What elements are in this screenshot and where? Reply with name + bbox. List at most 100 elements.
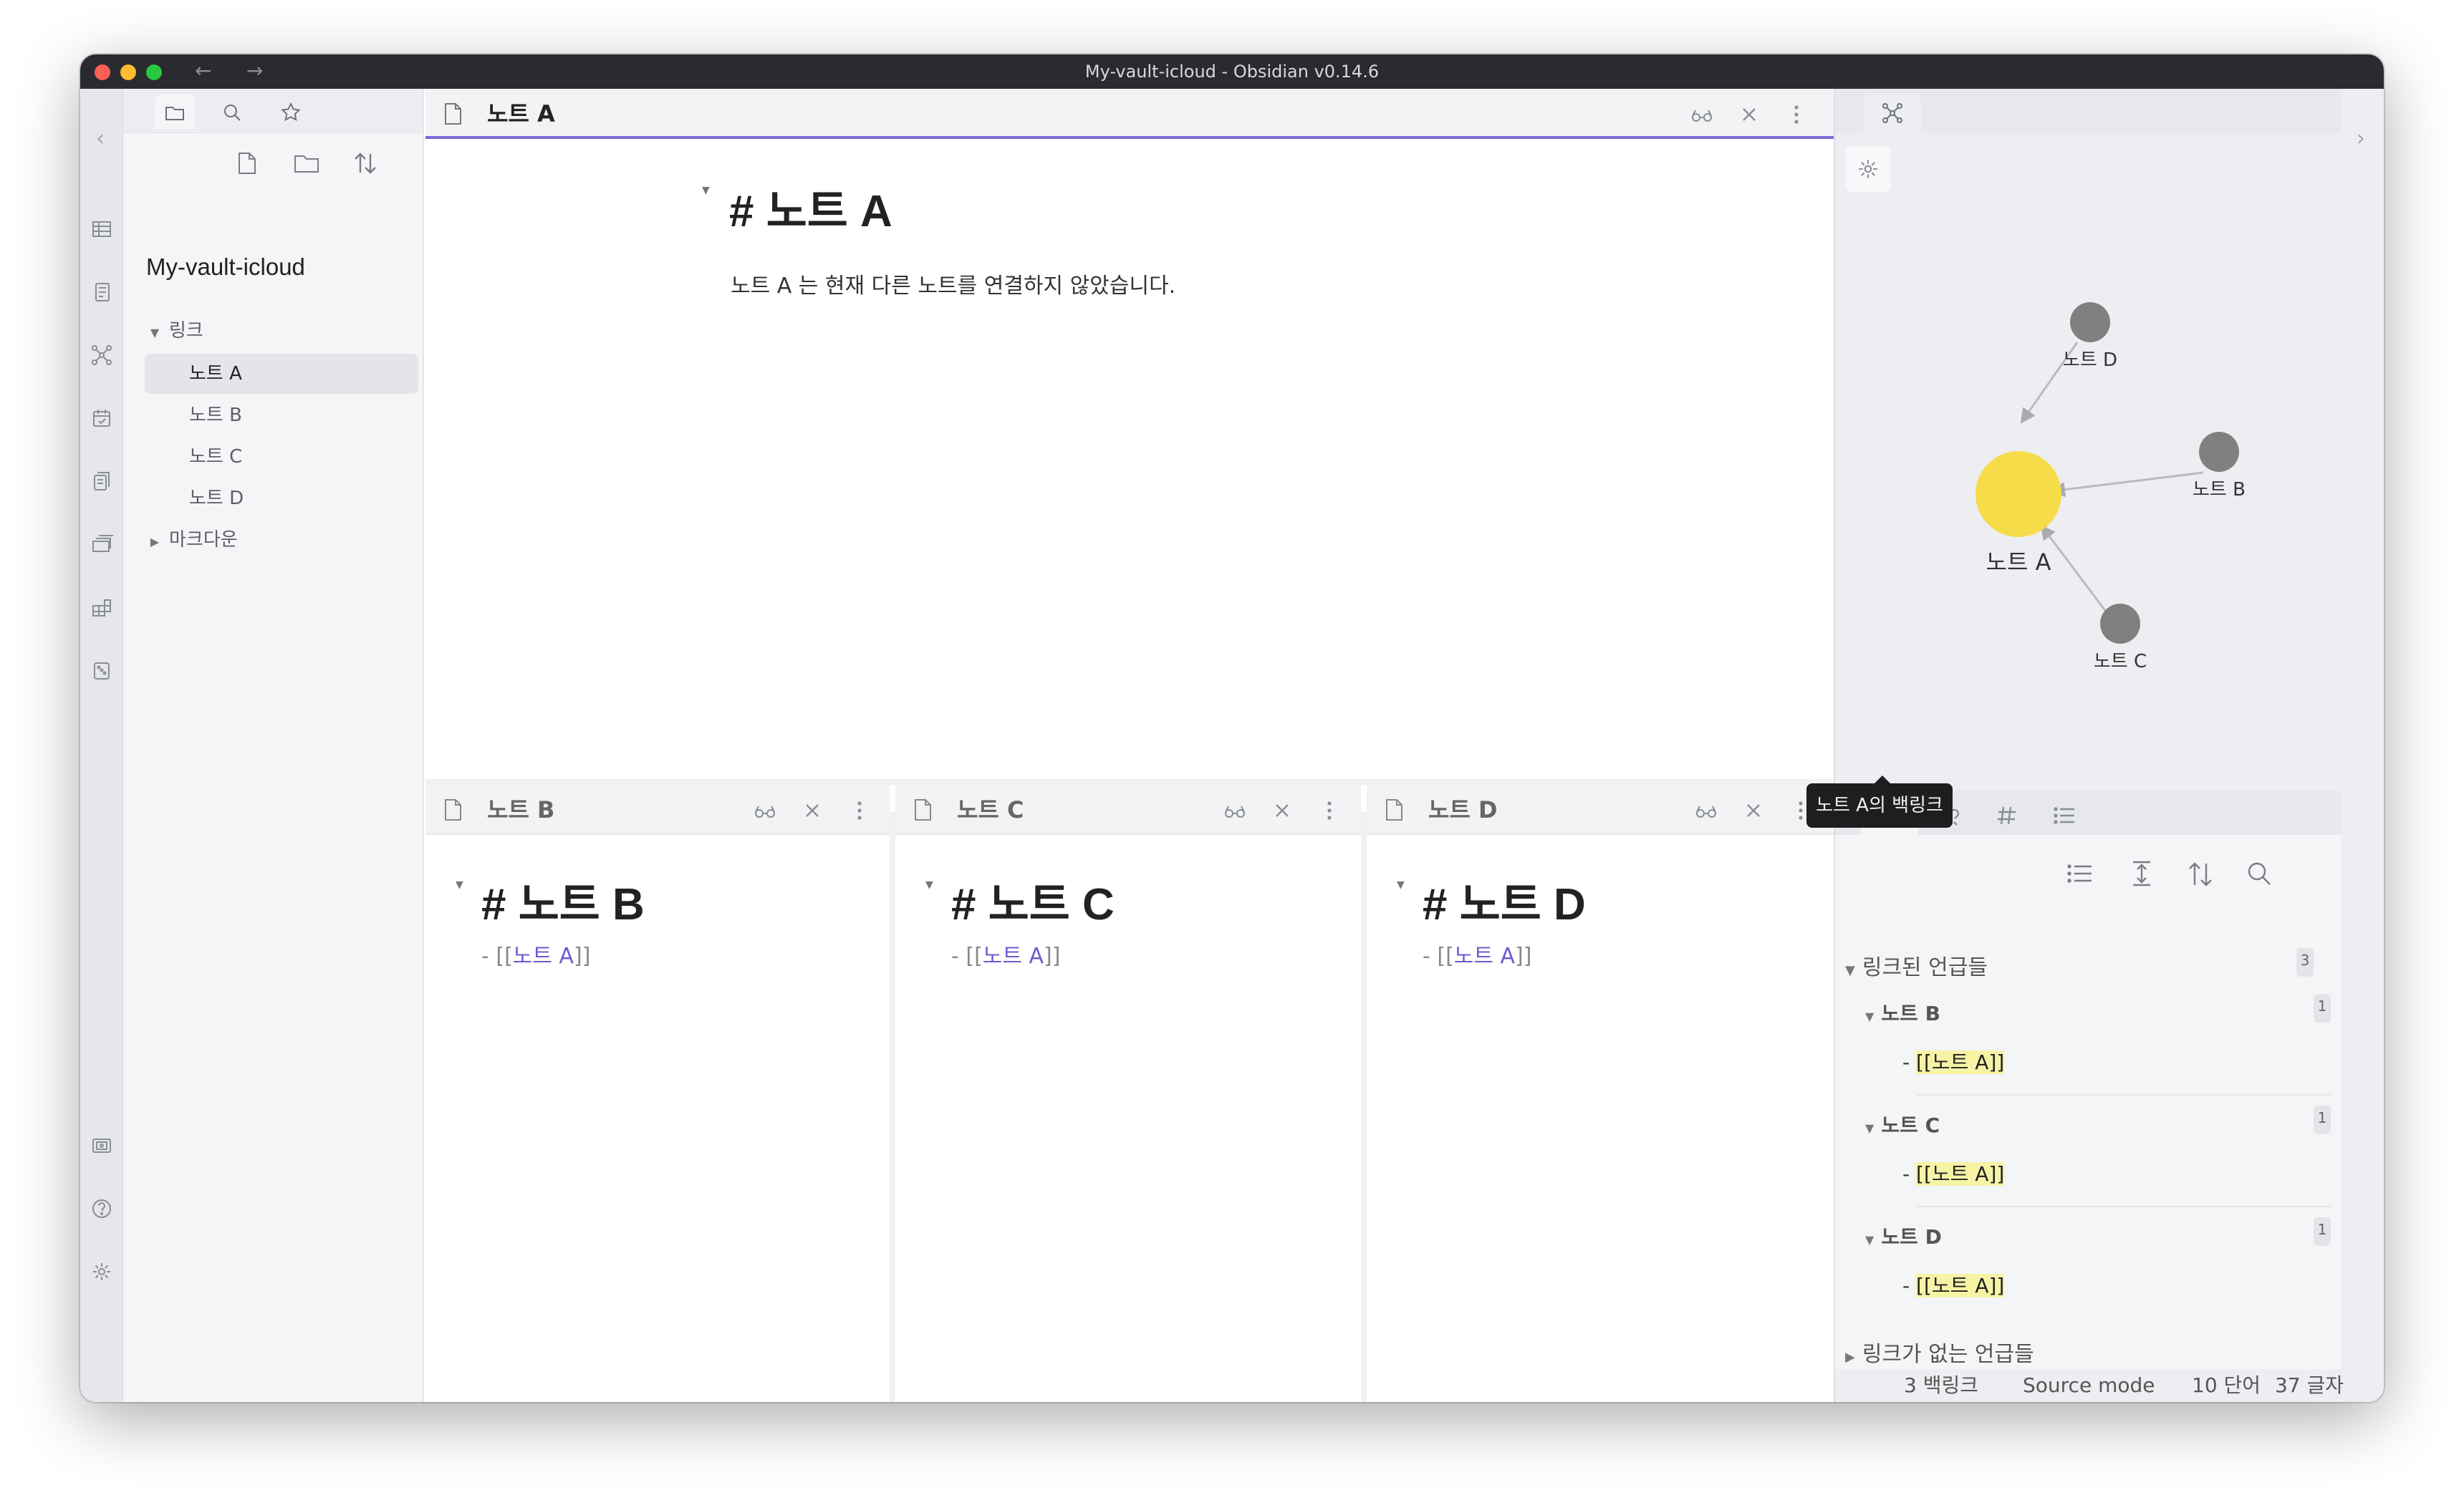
status-backlinks[interactable]: 3 백링크	[1904, 1369, 1978, 1402]
heading-h1[interactable]: # 노트 C	[951, 868, 1115, 932]
list-item[interactable]: - [[노트 A]]	[1423, 938, 1531, 970]
daily-note-calendar-icon[interactable]	[90, 407, 113, 430]
status-char-count: 37 글자	[2275, 1373, 2344, 1397]
backlink-group-header[interactable]: ▼ 노트 C	[1865, 1110, 1940, 1139]
expand-collapse-icon[interactable]	[2126, 858, 2157, 889]
backlink-group-header[interactable]: ▼ 노트 D	[1865, 1222, 1942, 1250]
left-sidebar: My-vault-icloud ▼ 링크 노트 A 노트 B 노트 C 노트 D …	[123, 89, 424, 1402]
folder-markdown[interactable]: ▶ 마크다운	[145, 520, 417, 560]
backlink-group-header[interactable]: ▼ 노트 B	[1865, 998, 1940, 1027]
pane-divider-horizontal[interactable]	[425, 779, 1834, 785]
graph-node[interactable]	[2100, 604, 2140, 644]
status-editor-mode[interactable]: Source mode	[2023, 1369, 2155, 1402]
pane-divider-vertical[interactable]	[890, 812, 895, 1402]
internal-link[interactable]: 노트 A	[513, 944, 574, 969]
reading-view-icon[interactable]	[1223, 799, 1246, 822]
internal-link[interactable]: 노트 A	[983, 944, 1044, 969]
note-composer-icon[interactable]	[90, 281, 113, 304]
graph-node-label: 노트 B	[2193, 479, 2246, 501]
list-item[interactable]: - [[노트 A]]	[951, 938, 1060, 970]
graph-canvas[interactable]: 노트 D 노트 B 노트 A 노트 C	[1835, 89, 2344, 783]
reading-view-icon[interactable]	[1695, 799, 1718, 822]
tab-search[interactable]	[212, 95, 252, 129]
file-item[interactable]: 노트 C	[145, 437, 418, 477]
graph-view-icon[interactable]	[90, 344, 113, 367]
graph-node-active[interactable]	[1975, 451, 2061, 537]
fold-caret-icon[interactable]: ▼	[456, 879, 463, 891]
obsidian-window: ← → My-vault-icloud - Obsidian v0.14.6 ‹…	[80, 54, 2384, 1402]
close-icon[interactable]	[1271, 799, 1294, 822]
collapse-left-icon[interactable]: ‹	[96, 126, 105, 151]
pane-title[interactable]: 노트 C	[957, 785, 1024, 835]
pane-note-c: 노트 C ▼ # 노트 C - [[노트 A]]	[895, 785, 1361, 1402]
fold-caret-icon[interactable]: ▼	[1397, 879, 1405, 891]
workspaces-icon[interactable]	[90, 596, 113, 619]
new-folder-icon[interactable]	[292, 149, 321, 178]
fold-caret-icon[interactable]: ▼	[702, 185, 710, 196]
list-item[interactable]: - [[노트 A]]	[481, 938, 590, 970]
graph-edge	[2040, 524, 2116, 624]
close-icon[interactable]	[801, 799, 824, 822]
help-icon[interactable]	[90, 1197, 113, 1220]
reading-view-icon[interactable]	[1690, 103, 1713, 126]
more-options-icon[interactable]	[848, 799, 871, 822]
table-icon[interactable]	[90, 218, 113, 241]
file-item[interactable]: 노트 D	[145, 478, 418, 518]
pane-header: 노트 D	[1367, 785, 1834, 835]
unlinked-mentions-header[interactable]: ▶ 링크가 없는 언급들	[1845, 1336, 2034, 1368]
reading-view-icon[interactable]	[754, 799, 776, 822]
file-icon	[445, 799, 461, 821]
more-options-icon[interactable]	[1318, 799, 1341, 822]
tab-file-explorer[interactable]	[155, 95, 195, 129]
tab-starred[interactable]	[271, 95, 311, 129]
pane-divider-vertical[interactable]	[1361, 812, 1367, 1402]
pane-title[interactable]: 노트 B	[487, 785, 554, 835]
sort-order-icon[interactable]	[351, 149, 380, 178]
vault-icon[interactable]	[90, 1134, 113, 1157]
fold-caret-icon[interactable]: ▼	[925, 879, 933, 891]
file-item[interactable]: 노트 B	[145, 395, 418, 435]
search-icon[interactable]	[2243, 858, 2275, 889]
tooltip: 노트 A의 백링크	[1806, 775, 1953, 828]
linked-mentions-header[interactable]: ▼ 링크된 언급들	[1845, 949, 1988, 981]
heading-h1[interactable]: # 노트 B	[481, 868, 645, 932]
graph-node[interactable]	[2199, 432, 2239, 472]
chevron-right-icon: ▶	[1845, 1350, 1855, 1365]
new-note-icon[interactable]	[232, 149, 261, 178]
file-icon	[1386, 799, 1402, 821]
pane-title[interactable]: 노트 A	[487, 89, 555, 139]
tab-outline[interactable]	[2037, 796, 2094, 835]
slides-icon[interactable]	[90, 533, 113, 556]
pane-header: 노트 A	[425, 89, 1834, 139]
collapse-right-icon[interactable]: ›	[2357, 126, 2365, 151]
show-more-context-icon[interactable]	[2064, 858, 2096, 889]
file-icon	[445, 103, 461, 125]
graph-node[interactable]	[2070, 302, 2110, 342]
folder-links[interactable]: ▼ 링크	[145, 311, 417, 351]
internal-link[interactable]: 노트 A	[1454, 944, 1515, 969]
note-body-text[interactable]: 노트 A 는 현재 다른 노트를 연결하지 않았습니다.	[731, 268, 1175, 299]
pane-title[interactable]: 노트 D	[1428, 785, 1498, 835]
settings-gear-icon[interactable]	[90, 1260, 113, 1283]
graph-node-label: 노트 A	[1986, 548, 2051, 576]
backlink-snippet[interactable]: - [[노트 A]]	[1902, 1047, 2005, 1076]
close-icon[interactable]	[1738, 103, 1761, 126]
file-item[interactable]: 노트 A	[145, 354, 418, 394]
random-note-icon[interactable]	[90, 659, 113, 682]
pane-note-d: 노트 D ▼ # 노트 D - [[노트 A]]	[1367, 785, 1834, 1402]
close-icon[interactable]	[1742, 799, 1765, 822]
pane-header: 노트 C	[895, 785, 1361, 835]
more-options-icon[interactable]	[1785, 103, 1808, 126]
vault-name: My-vault-icloud	[146, 253, 305, 280]
title-bar: ← → My-vault-icloud - Obsidian v0.14.6	[80, 54, 2384, 89]
graph-node-label: 노트 D	[2063, 349, 2117, 371]
pane-note-a: 노트 A ▼ # 노트 A 노트 A 는 현재 다른 노트를 연결하지 않았습니…	[425, 89, 1834, 779]
heading-h1[interactable]: # 노트 D	[1423, 868, 1586, 932]
heading-h1[interactable]: # 노트 A	[729, 175, 892, 239]
sort-order-icon[interactable]	[2185, 858, 2216, 889]
tab-tags[interactable]	[1978, 796, 2036, 835]
backlink-snippet[interactable]: - [[노트 A]]	[1902, 1159, 2005, 1187]
templates-icon[interactable]	[90, 470, 113, 493]
left-ribbon: ‹	[80, 89, 123, 1402]
backlink-snippet[interactable]: - [[노트 A]]	[1902, 1270, 2005, 1299]
